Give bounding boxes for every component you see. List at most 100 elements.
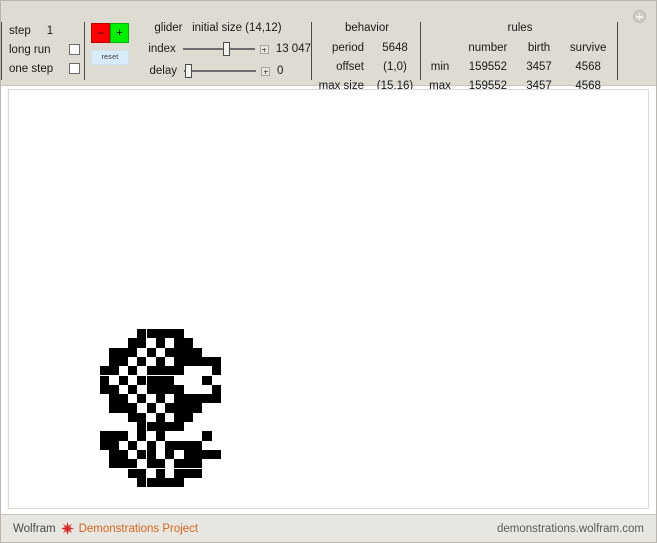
automaton-cell xyxy=(137,412,147,422)
reset-button[interactable]: reset xyxy=(91,50,129,65)
behavior-row: period 5648 xyxy=(314,38,420,57)
automaton-cell xyxy=(155,422,166,432)
automaton-cell xyxy=(137,394,147,404)
table-row: min 159552 3457 4568 xyxy=(423,57,617,76)
automaton-cell xyxy=(146,449,156,460)
automaton-cell xyxy=(193,440,203,450)
behavior-key: period xyxy=(332,41,364,54)
automaton-cell xyxy=(202,394,212,404)
automaton-canvas[interactable] xyxy=(8,89,649,509)
wolfram-spikey-icon xyxy=(60,522,74,535)
automaton-cell xyxy=(127,459,138,469)
automaton-cell xyxy=(165,375,175,385)
initial-size-label: initial size xyxy=(192,22,242,34)
index-slider-track xyxy=(182,48,255,50)
automaton-cell xyxy=(155,356,166,367)
automaton-cell xyxy=(127,384,138,395)
rules-header: rules xyxy=(507,22,533,34)
automaton-cell xyxy=(174,356,184,367)
rules-header-row: number birth survive xyxy=(423,38,617,57)
stepper-buttons: – + xyxy=(91,23,129,43)
automaton-cell xyxy=(118,403,128,413)
automaton-cell xyxy=(127,338,138,348)
long-run-row[interactable]: long run xyxy=(9,40,84,59)
automaton-cell xyxy=(174,403,184,413)
automaton-cell xyxy=(183,440,193,450)
automaton-cell xyxy=(211,356,221,367)
stepper-panel: – + reset xyxy=(85,21,131,65)
automaton-cell xyxy=(155,477,166,488)
decrement-button[interactable]: – xyxy=(91,23,110,43)
automaton-cell xyxy=(211,366,221,376)
automaton-cell xyxy=(165,403,175,413)
automaton-cell xyxy=(165,422,175,432)
one-step-checkbox[interactable] xyxy=(69,63,80,74)
glider-panel: glider initial size (14,12) index 13 047 xyxy=(131,21,311,82)
automaton-cell xyxy=(146,477,156,488)
automaton-cell xyxy=(137,468,147,478)
automaton-cell xyxy=(109,366,119,376)
automaton-cell xyxy=(183,394,193,404)
long-run-checkbox[interactable] xyxy=(69,44,80,55)
behavior-panel: behavior period 5648 offset (1,0) max si… xyxy=(312,21,420,95)
automaton-cell xyxy=(118,449,128,460)
delay-expander-icon[interactable] xyxy=(261,66,270,76)
automaton-cell xyxy=(202,431,212,441)
one-step-row[interactable]: one step xyxy=(9,59,84,78)
rules-cell-survive: 4568 xyxy=(575,60,601,73)
long-run-label: long run xyxy=(9,43,51,56)
automaton-cell xyxy=(183,356,193,367)
automaton-cell xyxy=(155,366,166,376)
automaton-cell xyxy=(183,338,193,348)
delay-slider-thumb[interactable] xyxy=(185,64,193,78)
delay-slider[interactable] xyxy=(184,64,256,78)
automaton-cell xyxy=(146,329,156,339)
automaton-cell xyxy=(174,329,184,339)
automaton-cell xyxy=(174,347,184,357)
automaton-cell xyxy=(174,468,184,478)
automaton-cell xyxy=(183,468,193,478)
rules-corner-cell xyxy=(423,38,457,57)
automaton-cell xyxy=(127,403,138,413)
automaton-cell xyxy=(165,477,175,488)
automaton-cell xyxy=(109,440,119,450)
automaton-cell xyxy=(146,375,156,385)
glider-title: glider initial size (14,12) xyxy=(135,21,311,38)
index-value: 13 047 xyxy=(275,43,311,55)
brand-demonstrations-label: Demonstrations Project xyxy=(78,522,199,535)
automaton-cell xyxy=(193,347,203,357)
automaton-cell xyxy=(127,366,138,376)
automaton-cell xyxy=(100,384,110,395)
automaton-cell xyxy=(137,329,147,339)
index-slider-thumb[interactable] xyxy=(223,42,231,56)
index-slider[interactable] xyxy=(182,42,255,56)
automaton-cell xyxy=(127,440,138,450)
automaton-cell xyxy=(127,468,138,478)
automaton-cell xyxy=(127,347,138,357)
step-row: step 1 xyxy=(9,21,84,40)
automaton-cell xyxy=(146,347,156,357)
automaton-cell xyxy=(118,375,128,385)
automaton-cell xyxy=(193,459,203,469)
automaton-cell xyxy=(155,459,166,469)
increment-button[interactable]: + xyxy=(110,23,129,43)
behavior-value: (1,0) xyxy=(383,60,407,73)
rules-row-label: min xyxy=(430,60,450,73)
automaton-cell xyxy=(165,329,175,339)
automaton-cell xyxy=(193,403,203,413)
delay-value: 0 xyxy=(277,65,284,77)
automaton-cell xyxy=(174,477,184,488)
index-expander-icon[interactable] xyxy=(259,44,269,54)
automaton-cell xyxy=(137,375,147,385)
automaton-cell xyxy=(155,468,166,478)
automaton-cell xyxy=(137,477,147,488)
rules-cell-birth: 3457 xyxy=(526,60,552,73)
glider-word: glider xyxy=(154,22,183,34)
automaton-cell xyxy=(109,394,119,404)
automaton-cell xyxy=(155,375,166,385)
automaton-cell xyxy=(146,422,156,432)
rules-cell-number: 159552 xyxy=(468,60,508,73)
automaton-cell xyxy=(174,366,184,376)
wolfram-brand[interactable]: Wolfram Demonstrations Project xyxy=(13,522,198,535)
rules-col-birth: birth xyxy=(527,41,551,54)
